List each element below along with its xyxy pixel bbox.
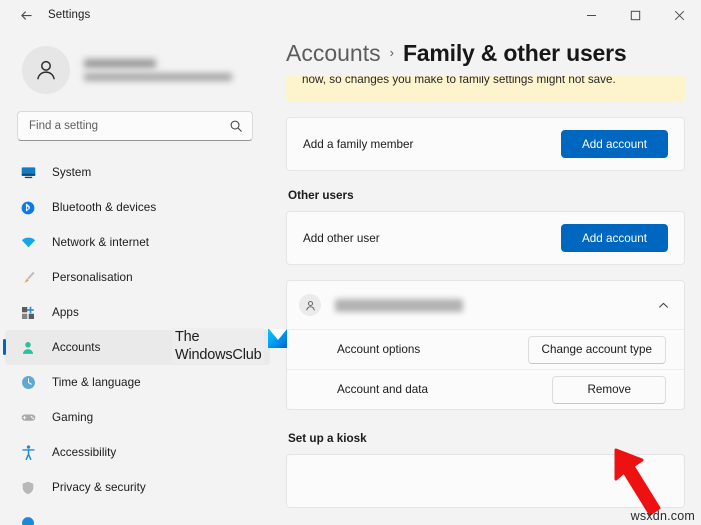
shield-icon [18,478,38,498]
sidebar-item-system[interactable]: System [5,155,270,190]
close-button[interactable] [657,0,701,30]
page-title: Family & other users [403,40,627,67]
close-icon [674,10,685,21]
window-controls [569,0,701,30]
maximize-icon [630,10,641,21]
add-family-member-label: Add a family member [303,138,413,151]
profile-name-redacted [84,59,156,68]
sidebar-item-label: Personalisation [52,271,133,284]
settings-scroll-area[interactable]: now, so changes you make to family setti… [286,76,701,525]
breadcrumb-parent[interactable]: Accounts [286,40,381,67]
sidebar-item-windows-update[interactable] [5,505,270,525]
add-other-user-account-button[interactable]: Add account [561,224,668,252]
sidebar-item-accessibility[interactable]: Accessibility [5,435,270,470]
chevron-right-icon: › [390,45,394,60]
sidebar-item-network-internet[interactable]: Network & internet [5,225,270,260]
kiosk-card [286,454,685,508]
search-box[interactable] [17,111,253,141]
user-account-header[interactable] [287,281,684,329]
clock-icon [18,373,38,393]
breadcrumb: Accounts › Family & other users [286,30,701,76]
profile-email-redacted [84,73,232,81]
add-family-member-row: Add a family member Add account [287,118,684,170]
main-content: Accounts › Family & other users now, so … [275,30,701,525]
sidebar-item-label: Accessibility [52,446,116,459]
accounts-person-icon [18,338,38,358]
remove-account-button[interactable]: Remove [552,376,666,404]
sidebar: System Bluetooth & devices [0,30,275,525]
accessibility-icon [18,443,38,463]
search-icon [229,119,243,133]
other-users-heading: Other users [288,189,701,202]
user-account-name-redacted [335,299,463,312]
windows-update-icon [18,513,38,525]
account-and-data-label: Account and data [337,383,428,396]
maximize-button[interactable] [613,0,657,30]
window-body: System Bluetooth & devices [0,30,701,525]
change-account-type-button[interactable]: Change account type [528,336,666,364]
sidebar-item-label: Network & internet [52,236,149,249]
minimize-button[interactable] [569,0,613,30]
add-other-user-row: Add other user Add account [287,212,684,264]
account-options-label: Account options [337,343,420,356]
user-account-card: Account options Change account type Acco… [286,280,685,410]
minimize-icon [586,10,597,21]
profile-text [84,59,232,81]
sidebar-item-time-language[interactable]: Time & language [5,365,270,400]
sidebar-item-privacy-security[interactable]: Privacy & security [5,470,270,505]
sidebar-item-label: Time & language [52,376,141,389]
search-input[interactable] [29,120,229,132]
sidebar-item-personalisation[interactable]: Personalisation [5,260,270,295]
profile-block[interactable] [0,36,275,98]
title-bar: Settings [0,0,701,30]
add-other-user-card: Add other user Add account [286,211,685,265]
back-arrow-icon [19,8,34,23]
sidebar-item-accounts[interactable]: Accounts [5,330,270,365]
display-icon [18,163,38,183]
add-other-user-label: Add other user [303,232,380,245]
sidebar-item-label: Bluetooth & devices [52,201,156,214]
sidebar-item-apps[interactable]: Apps [5,295,270,330]
bluetooth-icon [18,198,38,218]
sidebar-item-label: Accounts [52,341,100,354]
sidebar-nav: System Bluetooth & devices [0,155,275,525]
back-button[interactable] [11,2,41,28]
person-avatar-icon [33,57,59,83]
kiosk-row [287,455,684,507]
apps-icon [18,303,38,323]
sidebar-item-bluetooth-devices[interactable]: Bluetooth & devices [5,190,270,225]
sidebar-item-gaming[interactable]: Gaming [5,400,270,435]
add-family-account-button[interactable]: Add account [561,130,668,158]
gamepad-icon [18,408,38,428]
person-small-icon [299,294,321,316]
chevron-up-icon[interactable] [657,299,670,312]
sidebar-item-label: System [52,166,91,179]
account-options-row: Account options Change account type [287,329,684,369]
kiosk-heading: Set up a kiosk [288,432,701,445]
settings-window: Settings [0,0,701,525]
wifi-icon [18,233,38,253]
sidebar-item-label: Privacy & security [52,481,146,494]
window-title: Settings [48,9,90,21]
site-watermark: wsxdn.com [631,509,695,523]
avatar [22,46,70,94]
sidebar-item-label: Gaming [52,411,93,424]
sidebar-item-label: Apps [52,306,79,319]
account-and-data-row: Account and data Remove [287,369,684,409]
paintbrush-icon [18,268,38,288]
add-family-member-card: Add a family member Add account [286,117,685,171]
